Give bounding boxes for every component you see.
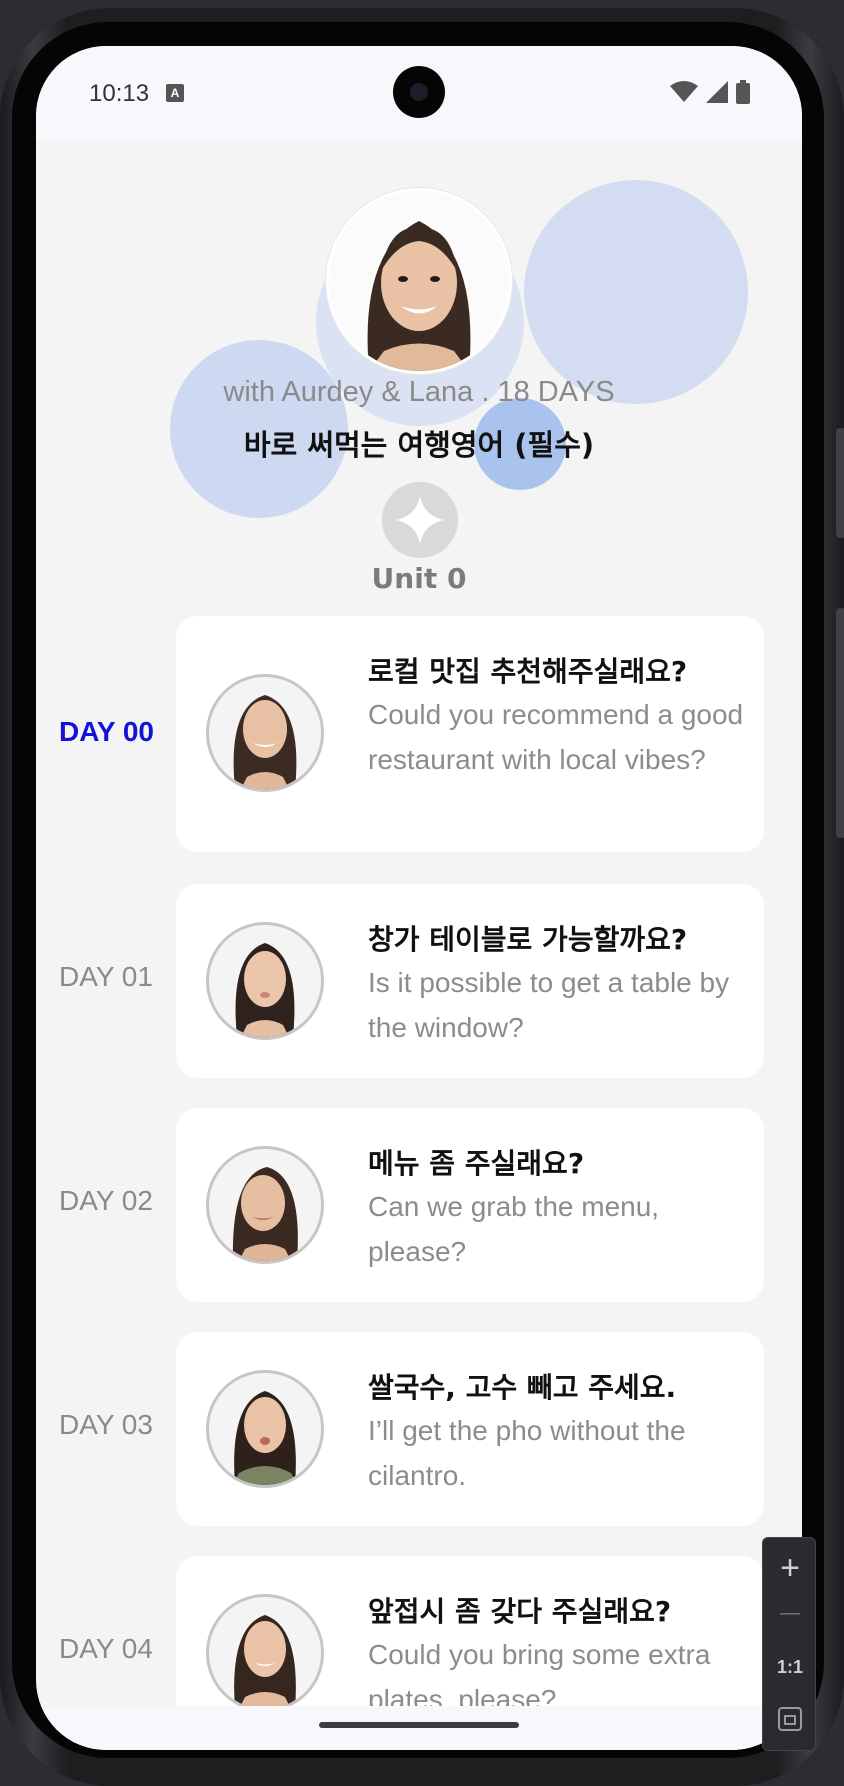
lesson-avatar (206, 1370, 324, 1488)
sparkle-icon (396, 496, 444, 544)
lesson-korean: 로컬 맛집 추천해주실래요? (368, 655, 688, 688)
lesson-english: Is it possible to get a table by the win… (368, 967, 730, 1043)
course-subtitle: with Aurdey & Lana . 18 DAYS (223, 376, 615, 408)
lesson-korean: 창가 테이블로 가능할까요? (368, 923, 688, 956)
zoom-controls: + — 1:1 (762, 1537, 816, 1751)
lesson-avatar (206, 1146, 324, 1264)
front-camera (393, 66, 445, 118)
lesson-day-label: DAY 00 (59, 716, 154, 747)
lesson-english: Can we grab the menu, please? (368, 1191, 660, 1267)
lesson-korean: 쌀국수, 고수 빼고 주세요. (368, 1371, 677, 1404)
phone-screen: 10:13 A with Aurdey & Lana . 18 DAYS 바로 … (36, 46, 802, 1750)
volume-button (836, 428, 844, 538)
lesson-day-label: DAY 03 (59, 1409, 153, 1440)
lesson-day-label: DAY 02 (59, 1185, 153, 1216)
power-button (836, 608, 844, 838)
course-header: with Aurdey & Lana . 18 DAYS 바로 써먹는 여행영어… (36, 140, 802, 540)
zoom-in-button[interactable]: + (763, 1548, 817, 1588)
zoom-out-button[interactable]: — (763, 1598, 817, 1628)
lesson-card[interactable]: 쌀국수, 고수 빼고 주세요. I’ll get the pho without… (176, 1332, 764, 1526)
lesson-card[interactable]: 메뉴 좀 주실래요? Can we grab the menu, please? (176, 1108, 764, 1302)
unit-label: Unit 0 (371, 562, 467, 595)
status-bar: 10:13 A (36, 46, 802, 140)
status-time: 10:13 (89, 80, 150, 107)
navigation-bar (36, 1706, 802, 1750)
course-title: 바로 써먹는 여행영어 (필수) (243, 428, 595, 462)
lesson-avatar (206, 674, 324, 792)
unit-badge[interactable] (382, 482, 458, 558)
signal-icon (706, 81, 728, 103)
home-gesture-handle[interactable] (319, 1722, 519, 1728)
lesson-day-label: DAY 04 (59, 1633, 153, 1664)
lesson-card[interactable]: 로컬 맛집 추천해주실래요? Could you recommend a goo… (176, 616, 764, 852)
keyboard-badge-icon: A (166, 84, 184, 102)
lesson-card[interactable]: 창가 테이블로 가능할까요? Is it possible to get a t… (176, 884, 764, 1078)
lesson-day-label: DAY 01 (59, 961, 153, 992)
decor-blob (524, 180, 748, 404)
wifi-icon (670, 81, 698, 102)
fit-screen-button[interactable] (763, 1704, 817, 1734)
fit-screen-icon (778, 1707, 802, 1731)
lesson-korean: 앞접시 좀 갖다 주실래요? (368, 1595, 672, 1628)
lesson-avatar (206, 922, 324, 1040)
lesson-english: I’ll get the pho without the cilantro. (368, 1415, 686, 1491)
battery-icon (736, 80, 750, 104)
actual-size-button[interactable]: 1:1 (763, 1652, 817, 1682)
status-icons (670, 80, 750, 104)
lesson-english: Could you recommend a good restaurant wi… (368, 699, 744, 775)
lesson-korean: 메뉴 좀 주실래요? (368, 1147, 585, 1180)
lesson-avatar (206, 1594, 324, 1712)
instructor-avatar (326, 188, 512, 374)
